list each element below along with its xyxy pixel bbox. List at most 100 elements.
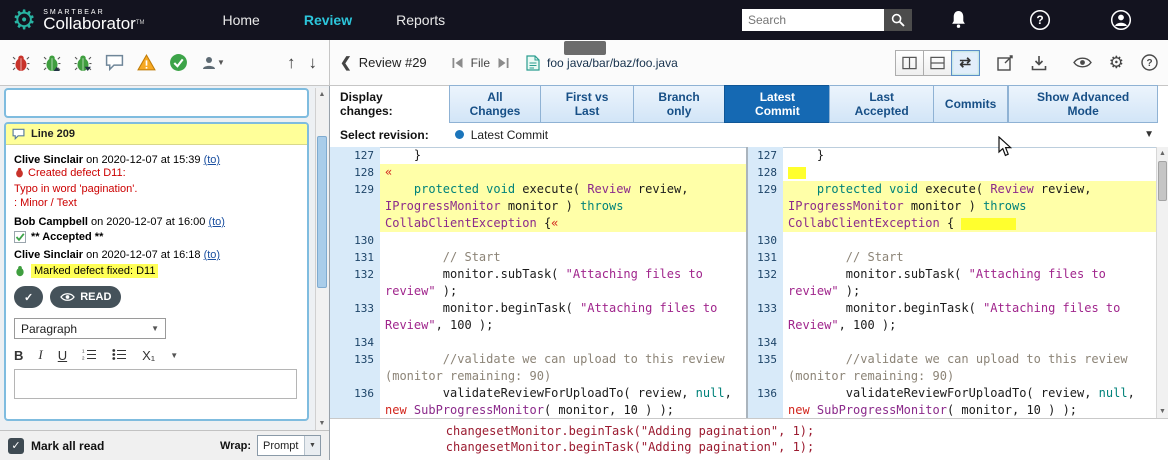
code-line: validateReviewForUploadTo( review, null,… — [380, 385, 746, 418]
code-line: protected void execute( Review review, I… — [380, 181, 746, 232]
svg-text:?: ? — [1036, 13, 1043, 27]
next-file-button[interactable] — [497, 57, 510, 69]
line-number: 128 — [330, 164, 380, 181]
acknowledge-button[interactable]: ✓ — [14, 286, 43, 308]
timestamp-link[interactable]: (to) — [204, 154, 221, 166]
diff-row-130: 130 — [748, 232, 1156, 249]
display-mode-last-accepted[interactable]: Last Accepted — [829, 85, 933, 123]
display-mode-latest-commit[interactable]: Latest Commit — [724, 85, 830, 123]
scroll-down-arrow[interactable]: ▼ — [316, 417, 328, 430]
search-button[interactable] — [884, 9, 912, 31]
file-path-breadcrumb[interactable]: foo java/bar/baz/foo.java — [547, 56, 678, 70]
underline-button[interactable]: U — [58, 348, 67, 363]
diff-row-131: 131 // Start — [748, 249, 1156, 266]
display-mode-all-changes[interactable]: All Changes — [449, 85, 541, 123]
scroll-thumb[interactable] — [1158, 161, 1167, 201]
display-changes-label: Display changes: — [340, 90, 438, 118]
timestamp-link[interactable]: (to) — [204, 249, 221, 261]
code-line: monitor.beginTask( "Attaching files to R… — [783, 300, 1156, 334]
more-formats-button[interactable]: ▼ — [170, 351, 178, 360]
prev-file-button[interactable] — [451, 57, 464, 69]
side-by-side-view-button[interactable] — [895, 50, 924, 76]
change-marker-block — [788, 167, 806, 179]
external-window-icon — [997, 55, 1014, 71]
accepted-note: ** Accepted ** — [14, 231, 299, 243]
open-in-window-button[interactable] — [997, 55, 1014, 71]
watch-file-button[interactable] — [1073, 56, 1092, 69]
display-mode-commits[interactable]: Commits — [933, 85, 1008, 123]
code-line — [380, 232, 746, 249]
code-segment: monitor ) — [904, 199, 983, 213]
smartbear-logo[interactable]: ⚙ SMARTBEAR CollaboratorTM — [12, 0, 145, 40]
italic-button[interactable]: I — [38, 347, 42, 363]
bullet-list-button[interactable] — [112, 348, 127, 363]
display-mode-first-vs-last[interactable]: First vs Last — [540, 85, 634, 123]
back-to-review-button[interactable]: ❮ — [340, 54, 352, 71]
download-file-button[interactable] — [1031, 55, 1047, 71]
approve-button[interactable] — [169, 53, 188, 72]
diff-pane-after[interactable]: 127 }128129 protected void execute( Revi… — [748, 147, 1156, 418]
show-advanced-mode-button[interactable]: Show Advanced Mode — [1008, 85, 1158, 123]
search-input[interactable] — [742, 9, 884, 31]
diff-help-button[interactable]: ? — [1141, 54, 1158, 71]
next-defect-button[interactable] — [74, 54, 92, 72]
review-title[interactable]: Review #29 — [359, 55, 427, 70]
diff-row-136: 136 validateReviewForUploadTo( review, n… — [748, 385, 1156, 418]
account-button[interactable] — [1110, 9, 1132, 36]
nav-home[interactable]: Home — [223, 12, 260, 28]
mark-all-read-label[interactable]: Mark all read — [31, 439, 104, 453]
paragraph-style-select[interactable]: Paragraph ▼ — [14, 318, 166, 339]
thread-header[interactable]: Line 209 — [6, 124, 307, 145]
code-segment: // Start — [443, 250, 501, 264]
search-box — [742, 9, 912, 31]
code-segment: , 100 ); — [436, 318, 494, 332]
nav-review[interactable]: Review — [304, 12, 352, 28]
code-segment: protected — [817, 182, 882, 196]
timestamp-link[interactable]: (to) — [208, 216, 225, 228]
participants-button[interactable]: ▼ — [201, 55, 225, 71]
create-defect-button[interactable] — [12, 54, 30, 72]
diff-row-133: 133 monitor.beginTask( "Attaching files … — [330, 300, 746, 334]
subscript-button[interactable]: X₁ — [142, 348, 155, 363]
line-number: 129 — [330, 181, 380, 232]
line-number: 135 — [748, 351, 783, 385]
comment-input[interactable] — [14, 369, 297, 399]
warnings-button[interactable] — [137, 54, 156, 71]
code-segment: , 100 ); — [839, 318, 897, 332]
next-change-button[interactable]: ↓ — [309, 53, 318, 73]
compare-mode-button[interactable]: ⇄ — [951, 50, 980, 76]
scroll-down-arrow[interactable]: ▼ — [1157, 405, 1168, 418]
unified-view-button[interactable] — [923, 50, 952, 76]
wrap-select[interactable]: Prompt ▼ — [257, 435, 321, 456]
line-number: 130 — [748, 232, 783, 249]
compare-arrows-icon: ⇄ — [959, 54, 971, 71]
diff-scrollbar[interactable]: ▲ ▼ — [1156, 147, 1168, 418]
mark-all-read-checkbox[interactable]: ✓ — [8, 438, 24, 454]
overall-comment-panel[interactable] — [4, 88, 309, 118]
comment-meta: Clive Sinclair on 2020-12-07 at 15:39 (t… — [14, 154, 299, 166]
select-revision-bar[interactable]: Select revision: Latest Commit ▼ — [330, 122, 1168, 148]
code-segment — [788, 352, 846, 366]
prev-change-button[interactable]: ↑ — [287, 53, 296, 73]
display-mode-branch-only[interactable]: Branch only — [633, 85, 725, 123]
scroll-up-arrow[interactable]: ▲ — [1157, 147, 1168, 160]
code-segment: null — [1099, 386, 1128, 400]
defect-fixed-note: Marked defect fixed: D11 — [14, 264, 299, 278]
numbered-list-button[interactable]: 12 — [82, 348, 97, 363]
nav-reports[interactable]: Reports — [396, 12, 445, 28]
skip-next-icon — [497, 57, 510, 69]
notifications-button[interactable] — [950, 9, 967, 34]
comments-button[interactable] — [105, 54, 124, 71]
code-line: //validate we can upload to this review … — [783, 351, 1156, 385]
settings-button[interactable]: ⚙ — [1109, 54, 1124, 71]
scroll-thumb[interactable] — [317, 136, 327, 288]
sidebar-scrollbar[interactable]: ▲ ▼ — [315, 88, 328, 430]
code-segment: void — [889, 182, 918, 196]
scroll-up-arrow[interactable]: ▲ — [316, 88, 328, 101]
bold-button[interactable]: B — [14, 348, 23, 363]
comment-meta: Bob Campbell on 2020-12-07 at 16:00 (to) — [14, 216, 299, 228]
help-menu-button[interactable]: ? — [1029, 9, 1051, 36]
read-button[interactable]: READ — [50, 286, 121, 308]
prev-defect-button[interactable] — [43, 54, 61, 72]
diff-pane-before[interactable]: 127 }128«129 protected void execute( Rev… — [330, 147, 746, 418]
